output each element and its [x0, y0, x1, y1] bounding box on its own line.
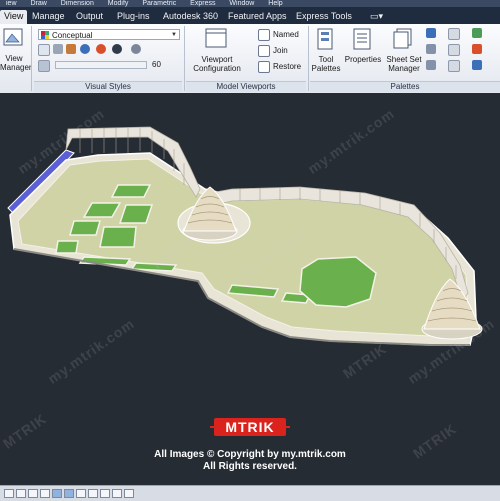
tool-palettes-label-1[interactable]: Tool	[310, 55, 342, 64]
mtrik-logo: MTRIK	[210, 417, 290, 437]
palette-toggle-icon[interactable]	[426, 44, 436, 54]
isolines-icon[interactable]	[38, 44, 50, 56]
material-icon[interactable]	[96, 44, 106, 54]
viewport-configuration-icon[interactable]	[205, 28, 229, 50]
ribbon-separator	[308, 26, 309, 91]
palette-toggle-icon[interactable]	[426, 60, 436, 70]
sheet-set-manager-icon[interactable]	[392, 28, 416, 50]
menu-item-window[interactable]: Window	[229, 0, 254, 7]
palette-toggle-icon[interactable]	[472, 44, 482, 54]
snap-mode-icon[interactable]	[4, 489, 14, 498]
opacity-slider[interactable]	[55, 61, 147, 69]
sheet-set-label-2[interactable]: Manager	[384, 64, 424, 73]
panel-title-visual-styles: Visual Styles	[34, 81, 182, 92]
view-manager-icon[interactable]	[3, 28, 25, 48]
palette-toggle-icon[interactable]	[448, 44, 460, 56]
menu-item-parametric[interactable]: Parametric	[142, 0, 176, 7]
palette-toggle-icon[interactable]	[472, 60, 482, 70]
lighting-icon[interactable]	[112, 44, 122, 54]
opacity-value[interactable]: 60	[152, 60, 161, 69]
visual-style-dropdown[interactable]: Conceptual ▼	[38, 29, 180, 40]
restore-icon	[258, 61, 270, 73]
dynamic-input-icon[interactable]	[88, 489, 98, 498]
viewport-config-label-2[interactable]: Configuration	[188, 64, 246, 73]
viewport-config-label-1[interactable]: Viewport	[190, 55, 244, 64]
face-style-icon[interactable]	[38, 60, 50, 72]
ribbon-minimize-icon[interactable]: ▭▾	[370, 11, 383, 22]
polar-tracking-icon[interactable]	[40, 489, 50, 498]
visual-style-swatch-icon	[41, 31, 49, 39]
quick-properties-icon[interactable]	[124, 489, 134, 498]
rights-text: All Rights reserved.	[203, 461, 297, 472]
menu-item-help[interactable]: Help	[268, 0, 282, 7]
octagon-lawn	[299, 256, 377, 308]
tab-manage[interactable]: Manage	[32, 10, 65, 23]
restore-button[interactable]: Restore	[273, 62, 301, 71]
grass-bed	[99, 226, 137, 248]
grass-bed	[55, 240, 79, 254]
lineweight-icon[interactable]	[100, 489, 110, 498]
visual-style-value: Conceptual	[52, 31, 93, 40]
ribbon: View Manager Conceptual ▼ 60 Visual Styl…	[0, 24, 500, 94]
xray-icon[interactable]	[53, 44, 63, 54]
menu-item-dimension[interactable]: Dimension	[61, 0, 94, 7]
named-viewports-icon	[258, 29, 270, 41]
object-snap-icon[interactable]	[52, 489, 62, 498]
menu-item-express[interactable]: Express	[190, 0, 215, 7]
status-bar	[0, 485, 500, 501]
ribbon-tab-row: View Manage Output Plug-ins Autodesk 360…	[0, 7, 500, 24]
panel-title-model-viewports: Model Viewports	[186, 81, 306, 92]
join-icon	[258, 45, 270, 57]
grass-bed	[118, 204, 154, 224]
ortho-mode-icon[interactable]	[28, 489, 38, 498]
shadow-icon[interactable]	[66, 44, 76, 54]
palette-toggle-icon[interactable]	[448, 60, 460, 72]
named-button[interactable]: Named	[273, 30, 299, 39]
sheet-set-label-1[interactable]: Sheet Set	[386, 55, 422, 64]
tab-featured-apps[interactable]: Featured Apps	[228, 10, 287, 23]
properties-label[interactable]: Properties	[342, 55, 384, 64]
menu-item-view[interactable]: iew	[6, 0, 17, 7]
palette-toggle-icon[interactable]	[426, 28, 436, 38]
palette-toggle-icon[interactable]	[448, 28, 460, 40]
menu-bar: iew Draw Dimension Modify Parametric Exp…	[0, 0, 500, 7]
transparency-icon[interactable]	[112, 489, 122, 498]
tool-palettes-label-2[interactable]: Palettes	[306, 64, 346, 73]
logo-text: MTRIK	[225, 419, 275, 435]
environment-icon[interactable]	[131, 44, 141, 54]
view-manager-label-1[interactable]: View	[0, 54, 28, 63]
view-manager-label-2[interactable]: Manager	[0, 63, 32, 72]
dynamic-ucs-icon[interactable]	[76, 489, 86, 498]
join-button[interactable]: Join	[273, 46, 288, 55]
tab-view[interactable]: View	[0, 10, 28, 24]
tab-output[interactable]: Output	[76, 10, 103, 23]
tab-express-tools[interactable]: Express Tools	[296, 10, 352, 23]
object-snap-tracking-icon[interactable]	[64, 489, 74, 498]
properties-icon[interactable]	[352, 28, 372, 50]
ribbon-separator	[184, 26, 185, 91]
copyright-text: All Images © Copyright by my.mtrik.com	[154, 449, 346, 460]
panel-title-palettes: Palettes	[310, 81, 500, 92]
menu-item-draw[interactable]: Draw	[30, 0, 46, 7]
tab-plug-ins[interactable]: Plug-ins	[117, 10, 150, 23]
edge-color-icon[interactable]	[80, 44, 90, 54]
chevron-down-icon: ▼	[171, 32, 177, 38]
grass-bed	[110, 184, 152, 198]
menu-item-modify[interactable]: Modify	[108, 0, 129, 7]
grass-bed	[69, 220, 101, 236]
tab-autodesk-360[interactable]: Autodesk 360	[163, 10, 218, 23]
grid-display-icon[interactable]	[16, 489, 26, 498]
palette-toggle-icon[interactable]	[472, 28, 482, 38]
tool-palettes-icon[interactable]	[316, 28, 334, 50]
ribbon-separator	[31, 26, 32, 91]
